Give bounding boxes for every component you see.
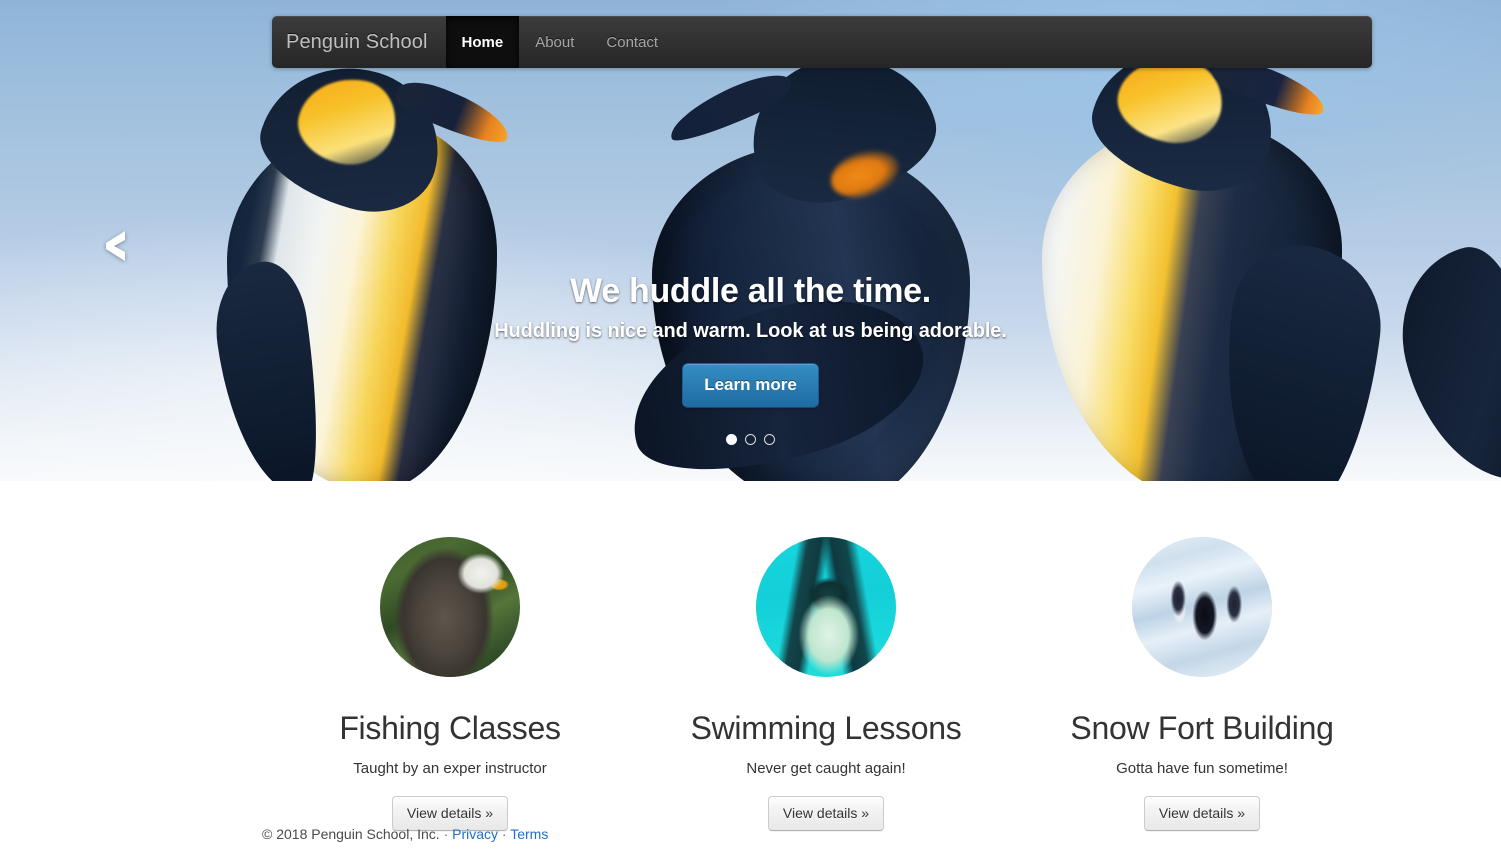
feature-column-snow-fort: Snow Fort Building Gotta have fun someti… <box>1014 481 1390 832</box>
navbar-links: Home About Contact <box>445 16 675 68</box>
features-section: Fishing Classes Taught by an exper instr… <box>0 481 1501 850</box>
footer-link-privacy[interactable]: Privacy <box>452 826 498 842</box>
footer-link-terms[interactable]: Terms <box>510 826 548 842</box>
carousel-indicators <box>0 434 1501 445</box>
hero-penguin-center <box>600 37 1020 481</box>
chevron-left-icon <box>103 229 129 268</box>
footer-separator-1: · <box>443 826 449 842</box>
feature-description-snow-fort: Gotta have fun sometime! <box>1116 760 1288 778</box>
feature-image-fishing[interactable] <box>380 537 520 677</box>
navbar-brand[interactable]: Penguin School <box>272 16 446 68</box>
feature-title-fishing: Fishing Classes <box>339 710 561 746</box>
carousel-caption: We huddle all the time. Huddling is nice… <box>0 272 1501 409</box>
feature-image-swimming[interactable] <box>756 537 896 677</box>
hero-title: We huddle all the time. <box>570 272 931 310</box>
page-root: Penguin School Home About Contact We hud… <box>0 0 1501 850</box>
carousel-indicator-2[interactable] <box>745 434 756 445</box>
nav-item-home[interactable]: Home <box>445 16 520 68</box>
hero-carousel[interactable] <box>0 0 1501 481</box>
feature-description-swimming: Never get caught again! <box>746 760 906 778</box>
feature-image-snow-fort[interactable] <box>1132 537 1272 677</box>
hero-penguin-right <box>1012 30 1412 481</box>
view-details-button-swimming[interactable]: View details » <box>767 796 885 832</box>
swimming-penguin-icon <box>756 537 896 677</box>
carousel-indicator-1[interactable] <box>726 434 737 445</box>
feature-title-snow-fort: Snow Fort Building <box>1070 710 1334 746</box>
feature-title-swimming: Swimming Lessons <box>690 710 962 746</box>
learn-more-button[interactable]: Learn more <box>682 363 819 409</box>
nav-item-about[interactable]: About <box>519 16 590 68</box>
feature-column-swimming: Swimming Lessons Never get caught again!… <box>638 481 1014 832</box>
hero-penguin-left <box>205 42 550 481</box>
feature-column-fishing: Fishing Classes Taught by an exper instr… <box>262 481 638 832</box>
features-row: Fishing Classes Taught by an exper instr… <box>262 481 1390 832</box>
hero-subtitle: Huddling is nice and warm. Look at us be… <box>494 320 1007 343</box>
footer-separator-2: · <box>501 826 507 842</box>
carousel-indicator-3[interactable] <box>764 434 775 445</box>
nav-item-contact[interactable]: Contact <box>590 16 674 68</box>
footer-copyright: © 2018 Penguin School, Inc. <box>262 826 440 842</box>
feature-description-fishing: Taught by an exper instructor <box>353 760 547 778</box>
bald-eagle-icon <box>380 537 520 677</box>
view-details-button-snow-fort[interactable]: View details » <box>1143 796 1261 832</box>
penguins-on-snow-icon <box>1132 537 1272 677</box>
carousel-prev-control[interactable] <box>96 228 136 268</box>
footer: © 2018 Penguin School, Inc. · Privacy · … <box>262 826 548 842</box>
navbar: Penguin School Home About Contact <box>272 16 1372 68</box>
